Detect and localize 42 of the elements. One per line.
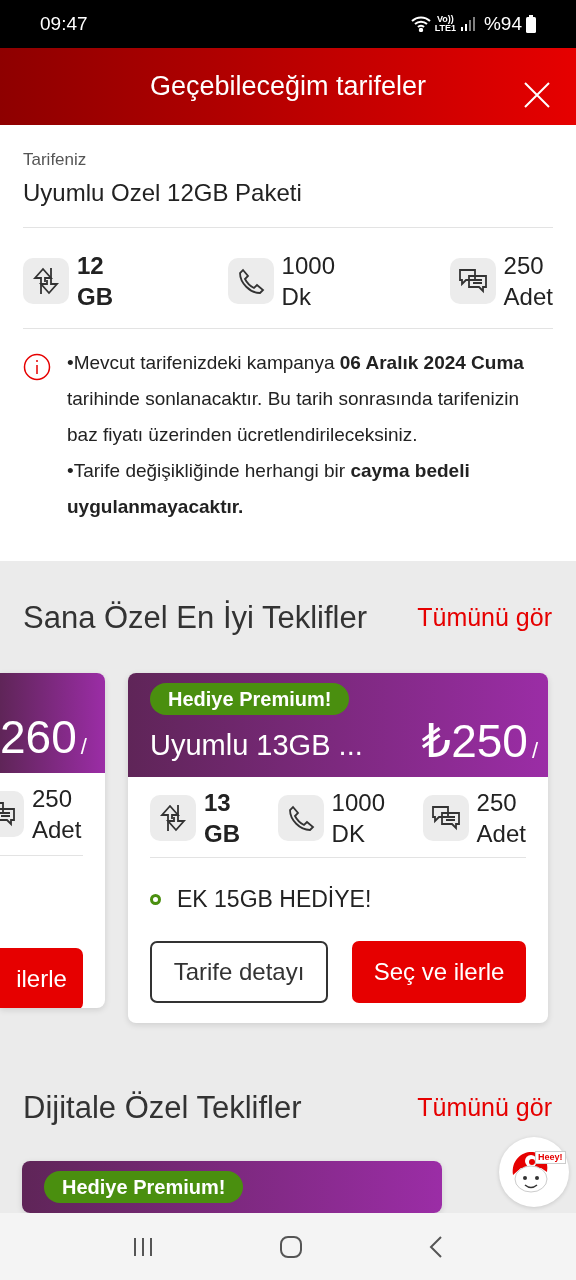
phone-icon xyxy=(286,804,315,832)
chat-icon xyxy=(457,267,488,294)
details-button[interactable]: Tarife detayı xyxy=(150,940,328,1003)
tariff-name: Uyumlu Ozel 12GB Paketi xyxy=(23,177,303,208)
battery-level: %94 xyxy=(483,11,522,36)
phone-icon xyxy=(236,266,265,295)
notice-text: •Mevcut tarifenizdeki kampanya 06 Aralık 2024 Cuma tarihinde sonlanacaktır. Bu tarih sonrasında tarifenizin baz fiyatı üzerinden ücretlendirileceksiniz. xyxy=(67,350,525,447)
price-period: / xyxy=(531,737,538,765)
stat-value: 1000 Dk xyxy=(281,250,335,312)
home-icon[interactable] xyxy=(279,1234,303,1259)
section-title: Sana Özel En İyi Teklifler xyxy=(23,598,368,637)
premium-badge: Hediye Premium! xyxy=(150,683,350,715)
chat-icon xyxy=(430,805,461,831)
page-title: Geçebileceğim tarifeler xyxy=(149,70,427,104)
select-button[interactable]: ilerle xyxy=(0,948,83,1008)
price: ₺250 xyxy=(421,715,528,767)
stat-value: 13 GB xyxy=(204,788,240,849)
see-all-link[interactable]: Tümünü gör xyxy=(417,599,552,637)
recent-apps-icon[interactable] xyxy=(132,1235,155,1258)
stat-value: 1000 DK xyxy=(331,788,385,849)
clock: 09:47 xyxy=(40,11,88,36)
premium-badge: Hediye Premium! xyxy=(44,1171,244,1203)
wifi-icon xyxy=(410,16,431,32)
price: 260 xyxy=(0,711,77,763)
stat-value: 250 Adet xyxy=(476,788,526,849)
offer-name: Uyumlu 13GB ... xyxy=(150,727,363,763)
stat-value: 250 Adet xyxy=(32,784,82,845)
feature-text: EK 15GB HEDİYE! xyxy=(177,885,372,914)
info-icon xyxy=(23,352,51,381)
price-period: / xyxy=(80,733,87,761)
signal-icon xyxy=(459,16,476,32)
tariff-label: Tarifeniz xyxy=(23,149,88,171)
network-label: Vo)) LTE1 xyxy=(434,15,456,33)
stat-value: 12 GB xyxy=(77,250,113,312)
see-all-link[interactable]: Tümünü gör xyxy=(417,1089,552,1127)
stat-value: 250 Adet xyxy=(503,250,553,312)
section-title: Dijitale Özel Teklifler xyxy=(23,1088,302,1127)
back-icon[interactable] xyxy=(427,1234,444,1259)
notice-text: •Tarife değişikliğinde herhangi bir cayma bedeli uygulanmayacaktır. xyxy=(67,458,471,519)
select-button[interactable]: Seç ve ilerle xyxy=(352,940,526,1003)
battery-icon xyxy=(526,15,536,33)
bullet-icon xyxy=(150,893,161,905)
